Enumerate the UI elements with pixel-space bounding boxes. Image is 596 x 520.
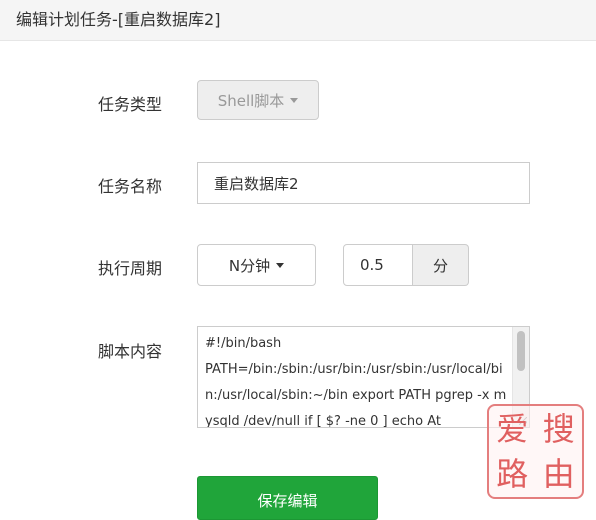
scrollbar-thumb[interactable] [517,331,525,371]
chevron-down-icon [290,97,299,103]
period-unit-value: N分钟 [228,256,271,275]
stamp-char: 爱 [496,409,529,448]
stamp-char: 由 [542,455,575,494]
save-button[interactable]: 保存编辑 [197,476,378,520]
stamp-char: 路 [496,455,529,494]
period-label: 执行周期 [98,259,163,278]
period-unit-addon: 分 [413,244,469,286]
dialog-title: 编辑计划任务-[重启数据库2] [16,10,221,29]
watermark-stamp: 爱 搜 路 由 [487,404,584,499]
script-content: #!/bin/bash PATH=/bin:/sbin:/usr/bin:/us… [205,336,507,428]
task-name-input[interactable]: 重启数据库2 [197,162,530,204]
script-label: 脚本内容 [98,342,163,361]
chevron-down-icon [276,262,285,268]
task-type-label: 任务类型 [98,95,163,114]
script-textarea[interactable]: #!/bin/bash PATH=/bin:/sbin:/usr/bin:/us… [197,326,530,428]
task-type-value: Shell脚本 [217,91,285,110]
task-type-select[interactable]: Shell脚本 [197,80,319,120]
task-name-value: 重启数据库2 [214,174,299,193]
dialog-header: 编辑计划任务-[重启数据库2] [0,0,596,41]
period-interval-value: 0.5 [360,256,384,274]
period-interval-input[interactable]: 0.5 [343,244,413,286]
task-name-label: 任务名称 [98,177,163,196]
period-unit-select[interactable]: N分钟 [197,244,316,286]
stamp-char: 搜 [542,409,575,448]
